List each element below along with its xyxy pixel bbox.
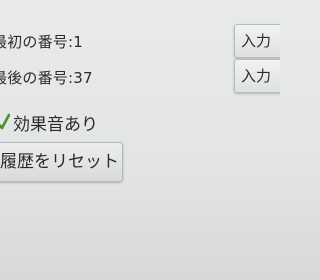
last-number-label: 最後の番号:37 (0, 69, 93, 87)
check-icon (0, 113, 10, 130)
first-number-input-button[interactable]: 入力 (234, 24, 280, 58)
sound-effect-label: 効果音あり (13, 114, 98, 135)
sound-effect-checkbox[interactable]: 効果音あり (0, 107, 98, 137)
reset-history-button[interactable]: 履歴をリセット (0, 142, 123, 182)
last-number-input-button[interactable]: 入力 (234, 59, 280, 93)
settings-screen: 最初の番号:1 入力 最後の番号:37 入力 効果音あり 履歴をリセット (0, 0, 280, 280)
first-number-label: 最初の番号:1 (0, 33, 83, 51)
